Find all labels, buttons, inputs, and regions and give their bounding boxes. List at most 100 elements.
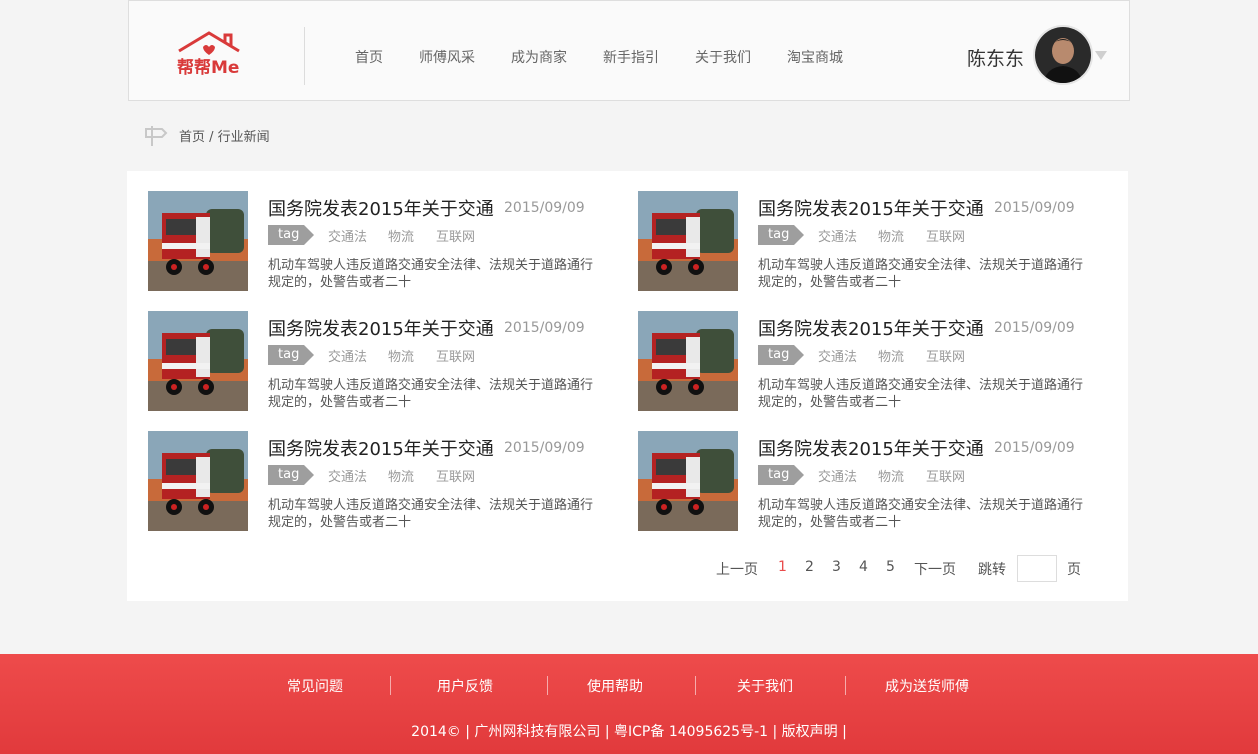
nav-item-beginner-guide[interactable]: 新手指引: [603, 47, 659, 67]
copyright-text: 2014© | 广州网科技有限公司 | 粤ICP备 14095625号-1 | …: [411, 724, 847, 740]
article-thumbnail[interactable]: [638, 311, 738, 411]
article-card[interactable]: 国务院发表2015年关于交通 2015/09/09 tag 交通法 物流 互联网…: [638, 311, 1098, 411]
tag-link[interactable]: 物流: [388, 226, 414, 245]
breadcrumb-current: 行业新闻: [217, 130, 270, 145]
article-thumbnail[interactable]: [148, 431, 248, 531]
article-card[interactable]: 国务院发表2015年关于交通 2015/09/09 tag 交通法 物流 互联网…: [148, 431, 608, 531]
breadcrumb: 首页 / 行业新闻: [179, 126, 270, 145]
article-thumbnail[interactable]: [638, 191, 738, 291]
news-list-panel: 国务院发表2015年关于交通 2015/09/09 tag 交通法 物流 互联网…: [127, 171, 1128, 601]
article-thumbnail[interactable]: [148, 191, 248, 291]
jump-label: 跳转: [978, 562, 1006, 578]
article-summary: 机动车驾驶人违反道路交通安全法律、法规关于道路通行规定的，处警告或者二十: [758, 258, 1084, 290]
house-logo-icon: 帮帮Me: [177, 31, 240, 78]
nav-item-about-us[interactable]: 关于我们: [695, 47, 751, 67]
article-title[interactable]: 国务院发表2015年关于交通: [758, 435, 984, 461]
user-avatar-icon: [1035, 27, 1091, 83]
article-summary: 机动车驾驶人违反道路交通安全法律、法规关于道路通行规定的，处警告或者二十: [758, 498, 1084, 530]
site-logo[interactable]: 帮帮Me: [173, 29, 247, 78]
footer-divider: [845, 676, 846, 695]
tag-link[interactable]: 交通法: [818, 346, 857, 365]
article-card[interactable]: 国务院发表2015年关于交通 2015/09/09 tag 交通法 物流 互联网…: [638, 191, 1098, 291]
page-number-5[interactable]: 5: [886, 559, 895, 575]
article-date: 2015/09/09: [504, 200, 585, 216]
truck-image: [148, 431, 248, 531]
nav-item-home[interactable]: 首页: [355, 47, 383, 67]
prev-page-button[interactable]: 上一页: [716, 559, 758, 579]
tag-badge: tag: [758, 345, 804, 365]
header-divider: [304, 27, 305, 85]
user-name[interactable]: 陈东东: [967, 44, 1024, 71]
tag-link[interactable]: 物流: [388, 346, 414, 365]
article-card[interactable]: 国务院发表2015年关于交通 2015/09/09 tag 交通法 物流 互联网…: [148, 191, 608, 291]
footer-link-feedback[interactable]: 用户反馈: [437, 676, 493, 696]
article-date: 2015/09/09: [504, 320, 585, 336]
page-number-1[interactable]: 1: [778, 559, 787, 575]
article-title[interactable]: 国务院发表2015年关于交通: [758, 315, 984, 341]
tag-badge: tag: [758, 465, 804, 485]
nav-item-masters[interactable]: 师傅风采: [419, 47, 475, 67]
tag-link[interactable]: 互联网: [926, 466, 965, 485]
article-card[interactable]: 国务院发表2015年关于交通 2015/09/09 tag 交通法 物流 互联网…: [148, 311, 608, 411]
truck-image: [638, 431, 738, 531]
tag-link[interactable]: 互联网: [926, 226, 965, 245]
tag-link[interactable]: 交通法: [328, 346, 367, 365]
tag-link[interactable]: 互联网: [436, 226, 475, 245]
nav-item-taobao-mall[interactable]: 淘宝商城: [787, 47, 843, 67]
tag-link[interactable]: 物流: [388, 466, 414, 485]
breadcrumb-home[interactable]: 首页: [179, 130, 205, 145]
svg-text:帮帮Me: 帮帮Me: [177, 58, 239, 77]
tag-link[interactable]: 交通法: [818, 466, 857, 485]
page-number-4[interactable]: 4: [859, 559, 868, 575]
article-card[interactable]: 国务院发表2015年关于交通 2015/09/09 tag 交通法 物流 互联网…: [638, 431, 1098, 531]
truck-image: [148, 311, 248, 411]
breadcrumb-separator: /: [205, 130, 218, 145]
footer-divider: [547, 676, 548, 695]
footer-link-become-driver[interactable]: 成为送货师傅: [885, 676, 969, 696]
truck-image: [638, 311, 738, 411]
tag-link[interactable]: 交通法: [328, 466, 367, 485]
article-thumbnail[interactable]: [148, 311, 248, 411]
footer-link-help[interactable]: 使用帮助: [587, 676, 643, 696]
chevron-down-icon[interactable]: [1095, 51, 1107, 60]
signpost-icon: [145, 126, 168, 146]
next-page-button[interactable]: 下一页: [914, 559, 956, 579]
site-footer: 常见问题 用户反馈 使用帮助 关于我们 成为送货师傅 2014© | 广州网科技…: [0, 654, 1258, 754]
article-title[interactable]: 国务院发表2015年关于交通: [268, 315, 494, 341]
article-title[interactable]: 国务院发表2015年关于交通: [268, 435, 494, 461]
truck-image: [638, 191, 738, 291]
avatar[interactable]: [1033, 25, 1093, 85]
article-title[interactable]: 国务院发表2015年关于交通: [268, 195, 494, 221]
footer-link-about[interactable]: 关于我们: [737, 676, 793, 696]
article-date: 2015/09/09: [994, 320, 1075, 336]
article-title[interactable]: 国务院发表2015年关于交通: [758, 195, 984, 221]
page-suffix-label: 页: [1067, 562, 1081, 578]
tag-link[interactable]: 物流: [878, 226, 904, 245]
article-summary: 机动车驾驶人违反道路交通安全法律、法规关于道路通行规定的，处警告或者二十: [268, 378, 594, 410]
tag-link[interactable]: 互联网: [926, 346, 965, 365]
tag-badge: tag: [268, 225, 314, 245]
page-number-3[interactable]: 3: [832, 559, 841, 575]
truck-image: [148, 191, 248, 291]
page-jump-input[interactable]: [1017, 555, 1057, 582]
tag-link[interactable]: 交通法: [328, 226, 367, 245]
tag-badge: tag: [758, 225, 804, 245]
tag-badge: tag: [268, 465, 314, 485]
article-thumbnail[interactable]: [638, 431, 738, 531]
tag-link[interactable]: 物流: [878, 346, 904, 365]
tag-link[interactable]: 交通法: [818, 226, 857, 245]
site-header: 帮帮Me 首页 师傅风采 成为商家 新手指引 关于我们 淘宝商城 陈东东: [128, 0, 1130, 101]
tag-link[interactable]: 物流: [878, 466, 904, 485]
tag-link[interactable]: 互联网: [436, 346, 475, 365]
footer-divider: [390, 676, 391, 695]
footer-link-faq[interactable]: 常见问题: [287, 676, 343, 696]
nav-item-become-merchant[interactable]: 成为商家: [511, 47, 567, 67]
article-summary: 机动车驾驶人违反道路交通安全法律、法规关于道路通行规定的，处警告或者二十: [758, 378, 1084, 410]
article-date: 2015/09/09: [504, 440, 585, 456]
page-number-2[interactable]: 2: [805, 559, 814, 575]
article-summary: 机动车驾驶人违反道路交通安全法律、法规关于道路通行规定的，处警告或者二十: [268, 258, 594, 290]
article-summary: 机动车驾驶人违反道路交通安全法律、法规关于道路通行规定的，处警告或者二十: [268, 498, 594, 530]
tag-link[interactable]: 互联网: [436, 466, 475, 485]
tag-badge: tag: [268, 345, 314, 365]
main-nav: 首页 师傅风采 成为商家 新手指引 关于我们 淘宝商城: [355, 47, 879, 67]
